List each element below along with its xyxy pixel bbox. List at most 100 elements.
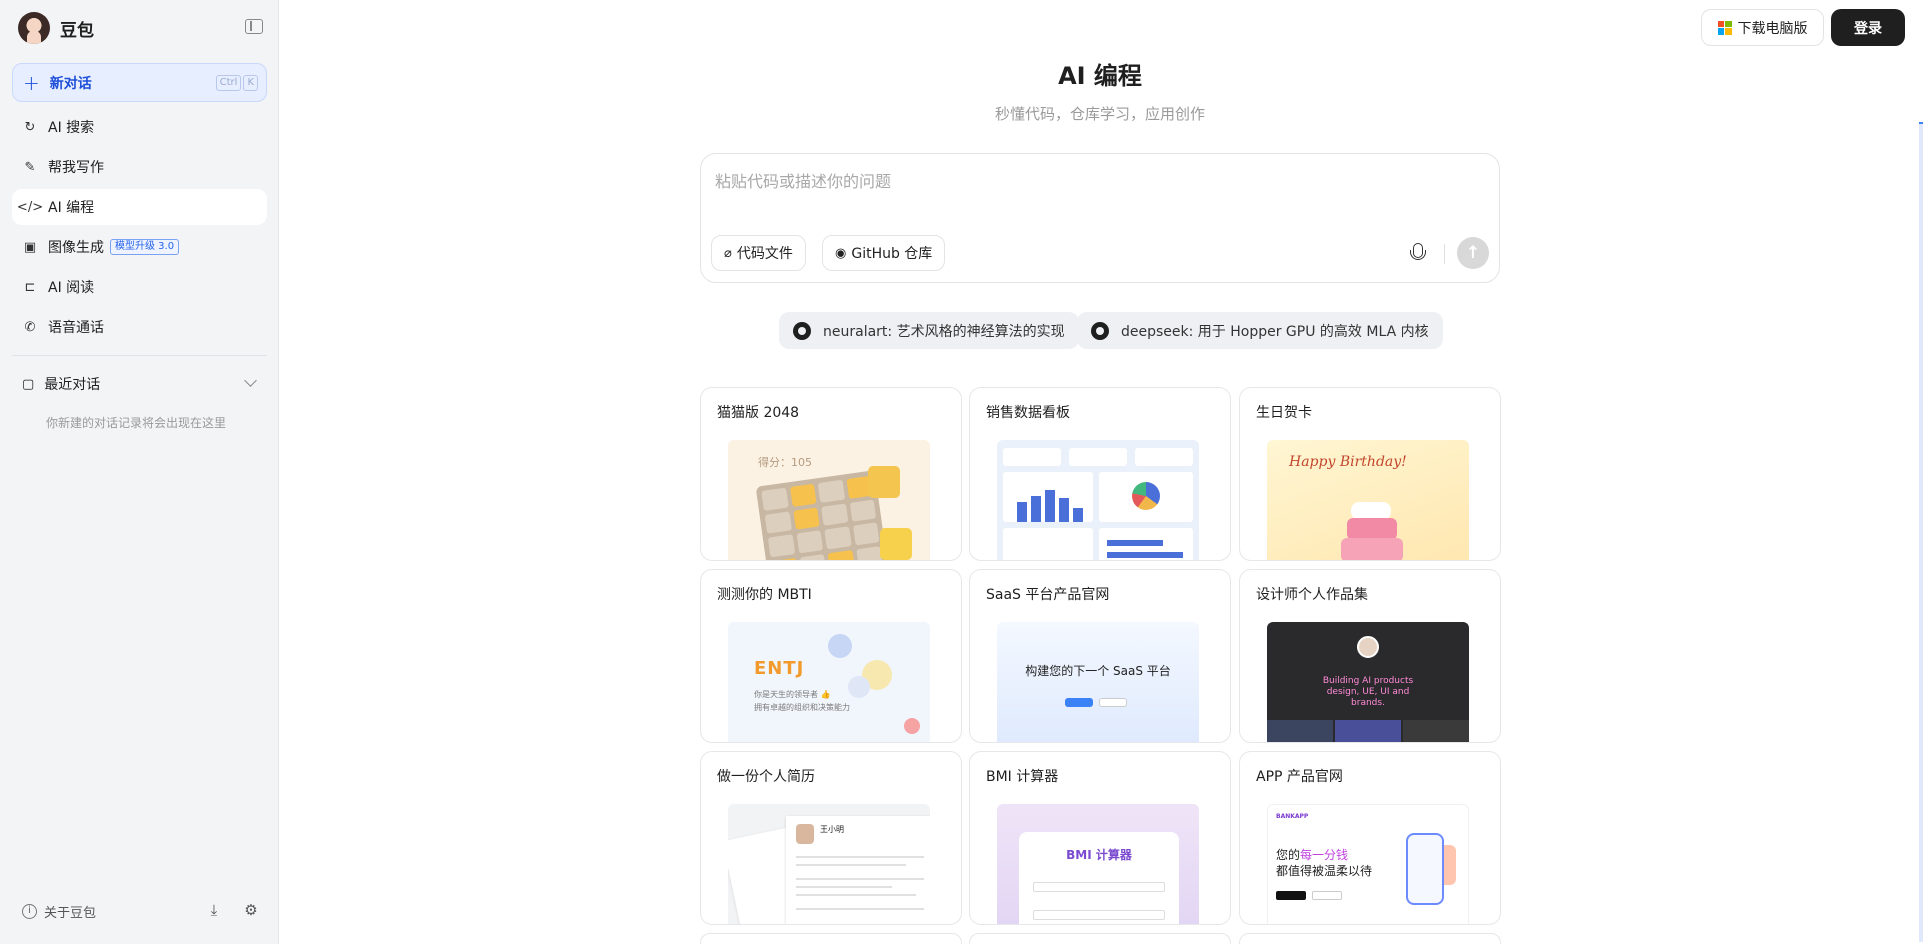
download-desktop-button[interactable]: 下载电脑版 xyxy=(1701,9,1824,46)
github-repo-button[interactable]: ◉ GitHub 仓库 xyxy=(822,235,946,271)
model-upgrade-badge: 模型升级 3.0 xyxy=(110,239,180,255)
brand[interactable]: 豆包 xyxy=(18,12,94,44)
card-title: 测测你的 MBTI xyxy=(717,587,812,603)
download-label: 下载电脑版 xyxy=(1737,20,1808,37)
new-chat-label: 新对话 xyxy=(49,75,92,92)
thumbnail-button-graphic xyxy=(1099,698,1127,707)
cat-tile-icon xyxy=(868,466,900,498)
sidebar-item-label: AI 编程 xyxy=(48,200,95,216)
thumbnail-button-graphic xyxy=(1312,891,1342,900)
template-card-bmi-calculator[interactable]: BMI 计算器 BMI 计算器 xyxy=(969,751,1231,925)
card-thumbnail: 王小明 xyxy=(728,804,930,924)
chat-bubble-icon: ▢ xyxy=(22,376,35,392)
page-title: AI 编程 xyxy=(1058,62,1142,90)
phone-icon: ✆ xyxy=(24,319,36,335)
composer-divider xyxy=(1444,244,1445,264)
gallery-image xyxy=(1335,720,1401,742)
settings-icon[interactable]: ⚙ xyxy=(242,901,260,919)
github-repo-label: GitHub 仓库 xyxy=(851,246,933,262)
cake-graphic xyxy=(1347,518,1397,540)
repo-suggestion[interactable]: neuralart: 艺术风格的神经算法的实现 xyxy=(779,312,1079,349)
new-chat-button[interactable]: + 新对话 Ctrl K xyxy=(12,63,267,102)
doubao-avatar-icon xyxy=(18,12,50,44)
book-icon: ⊏ xyxy=(24,279,36,295)
gallery-image xyxy=(1403,720,1469,742)
bar-chart-panel xyxy=(1003,472,1093,522)
code-file-button[interactable]: ⌀ 代码文件 xyxy=(711,235,806,271)
repo-suggestion-label: neuralart: 艺术风格的神经算法的实现 xyxy=(823,323,1065,340)
hbar-chart-panel xyxy=(1099,528,1193,560)
shortcut-key: K xyxy=(243,75,258,91)
login-button[interactable]: 登录 xyxy=(1831,9,1905,46)
sidebar-collapse-icon[interactable] xyxy=(245,19,263,34)
gallery-image xyxy=(1267,720,1333,742)
card-title: BMI 计算器 xyxy=(986,769,1059,785)
sidebar-item-ai-coding[interactable]: </> AI 编程 xyxy=(12,189,267,225)
card-thumbnail: 得分：105 xyxy=(728,440,930,560)
line-chart-panel xyxy=(1003,528,1093,560)
template-card-cat-2048[interactable]: 猫猫版 2048 得分：105 xyxy=(700,387,962,561)
card-thumbnail: BMI 计算器 xyxy=(997,804,1199,924)
resume-paper-graphic: 王小明 xyxy=(786,816,930,924)
thumbnail-text: BMI 计算器 xyxy=(1066,848,1132,862)
chevron-down-icon xyxy=(244,374,257,387)
template-card-partial[interactable] xyxy=(700,933,962,944)
pen-icon: ✎ xyxy=(24,159,36,175)
sidebar-item-writing[interactable]: ✎ 帮我写作 xyxy=(12,149,267,185)
plus-icon: + xyxy=(23,70,40,95)
phone-graphic xyxy=(1406,833,1444,905)
repo-suggestion-label: deepseek: 用于 Hopper GPU 的高效 MLA 内核 xyxy=(1121,323,1429,340)
sidebar-item-label: 帮我写作 xyxy=(48,160,104,176)
cat-tile-icon xyxy=(880,528,912,560)
thumbnail-subtext: 你是天生的领导者 👍 拥有卓越的组织和决策能力 xyxy=(754,688,850,714)
sidebar-item-ai-search[interactable]: ↻ AI 搜索 xyxy=(12,109,267,145)
about-link[interactable]: i 关于豆包 xyxy=(22,902,96,921)
card-title: SaaS 平台产品官网 xyxy=(986,587,1110,603)
template-card-partial[interactable] xyxy=(969,933,1231,944)
template-card-sales-dashboard[interactable]: 销售数据看板 xyxy=(969,387,1231,561)
template-card-saas-site[interactable]: SaaS 平台产品官网 构建您的下一个 SaaS 平台 xyxy=(969,569,1231,743)
card-title: APP 产品官网 xyxy=(1256,769,1343,785)
recent-chats-toggle[interactable]: ▢ 最近对话 xyxy=(12,368,267,400)
template-card-designer-portfolio[interactable]: 设计师个人作品集 Building AI products design, UE… xyxy=(1239,569,1501,743)
template-card-app-site[interactable]: APP 产品官网 BANKAPP 您的每一分钱 都值得被温柔以待 xyxy=(1239,751,1501,925)
recent-chats-label: 最近对话 xyxy=(44,377,101,393)
scrollbar[interactable] xyxy=(1919,122,1923,942)
card-title: 做一份个人简历 xyxy=(717,769,815,785)
sidebar-divider xyxy=(12,355,267,356)
sidebar-item-image-gen[interactable]: ▣ 图像生成 模型升级 3.0 xyxy=(12,229,267,265)
thumbnail-text: ENTJ xyxy=(754,658,805,679)
composer: ⌀ 代码文件 ◉ GitHub 仓库 ↑ xyxy=(700,153,1500,283)
prompt-input[interactable] xyxy=(715,172,1475,191)
cake-graphic xyxy=(1341,538,1403,560)
code-icon: </> xyxy=(16,199,44,215)
app-logo-text: BANKAPP xyxy=(1276,813,1309,820)
send-button[interactable]: ↑ xyxy=(1457,237,1489,269)
sidebar-item-ai-reading[interactable]: ⊏ AI 阅读 xyxy=(12,269,267,305)
thumbnail-subtext-line: 拥有卓越的组织和决策能力 xyxy=(754,703,850,712)
profile-photo xyxy=(1357,636,1379,658)
sidebar-item-label: AI 阅读 xyxy=(48,280,95,296)
thumbnail-text: Happy Birthday! xyxy=(1289,454,1407,470)
repo-suggestion[interactable]: deepseek: 用于 Hopper GPU 的高效 MLA 内核 xyxy=(1077,312,1443,349)
windows-logo-icon xyxy=(1717,20,1732,35)
microphone-icon[interactable] xyxy=(1409,243,1426,263)
download-icon[interactable]: ⤓ xyxy=(205,901,223,919)
thumbnail-text: 您的每一分钱 都值得被温柔以待 xyxy=(1276,848,1373,878)
template-card-mbti[interactable]: 测测你的 MBTI ENTJ 你是天生的领导者 👍 拥有卓越的组织和决策能力 xyxy=(700,569,962,743)
sidebar: 豆包 + 新对话 Ctrl K ↻ AI 搜索 ✎ 帮我写作 </> AI 编程… xyxy=(0,0,279,944)
sidebar-item-label: 语音通话 xyxy=(48,320,104,336)
github-icon xyxy=(1091,321,1109,340)
card-thumbnail xyxy=(997,440,1199,560)
image-icon: ▣ xyxy=(23,239,37,255)
thumbnail-text: 得分：105 xyxy=(758,456,812,469)
code-file-label: 代码文件 xyxy=(736,246,793,262)
template-card-birthday-card[interactable]: 生日贺卡 Happy Birthday! xyxy=(1239,387,1501,561)
decor-bubble xyxy=(828,634,852,658)
stat-panel xyxy=(1135,448,1193,466)
template-card-partial[interactable] xyxy=(1239,933,1501,944)
sidebar-item-voice-call[interactable]: ✆ 语音通话 xyxy=(12,309,267,345)
resume-photo xyxy=(796,824,814,844)
template-card-resume[interactable]: 做一份个人简历 王小明 xyxy=(700,751,962,925)
pie-chart-panel xyxy=(1099,472,1193,522)
